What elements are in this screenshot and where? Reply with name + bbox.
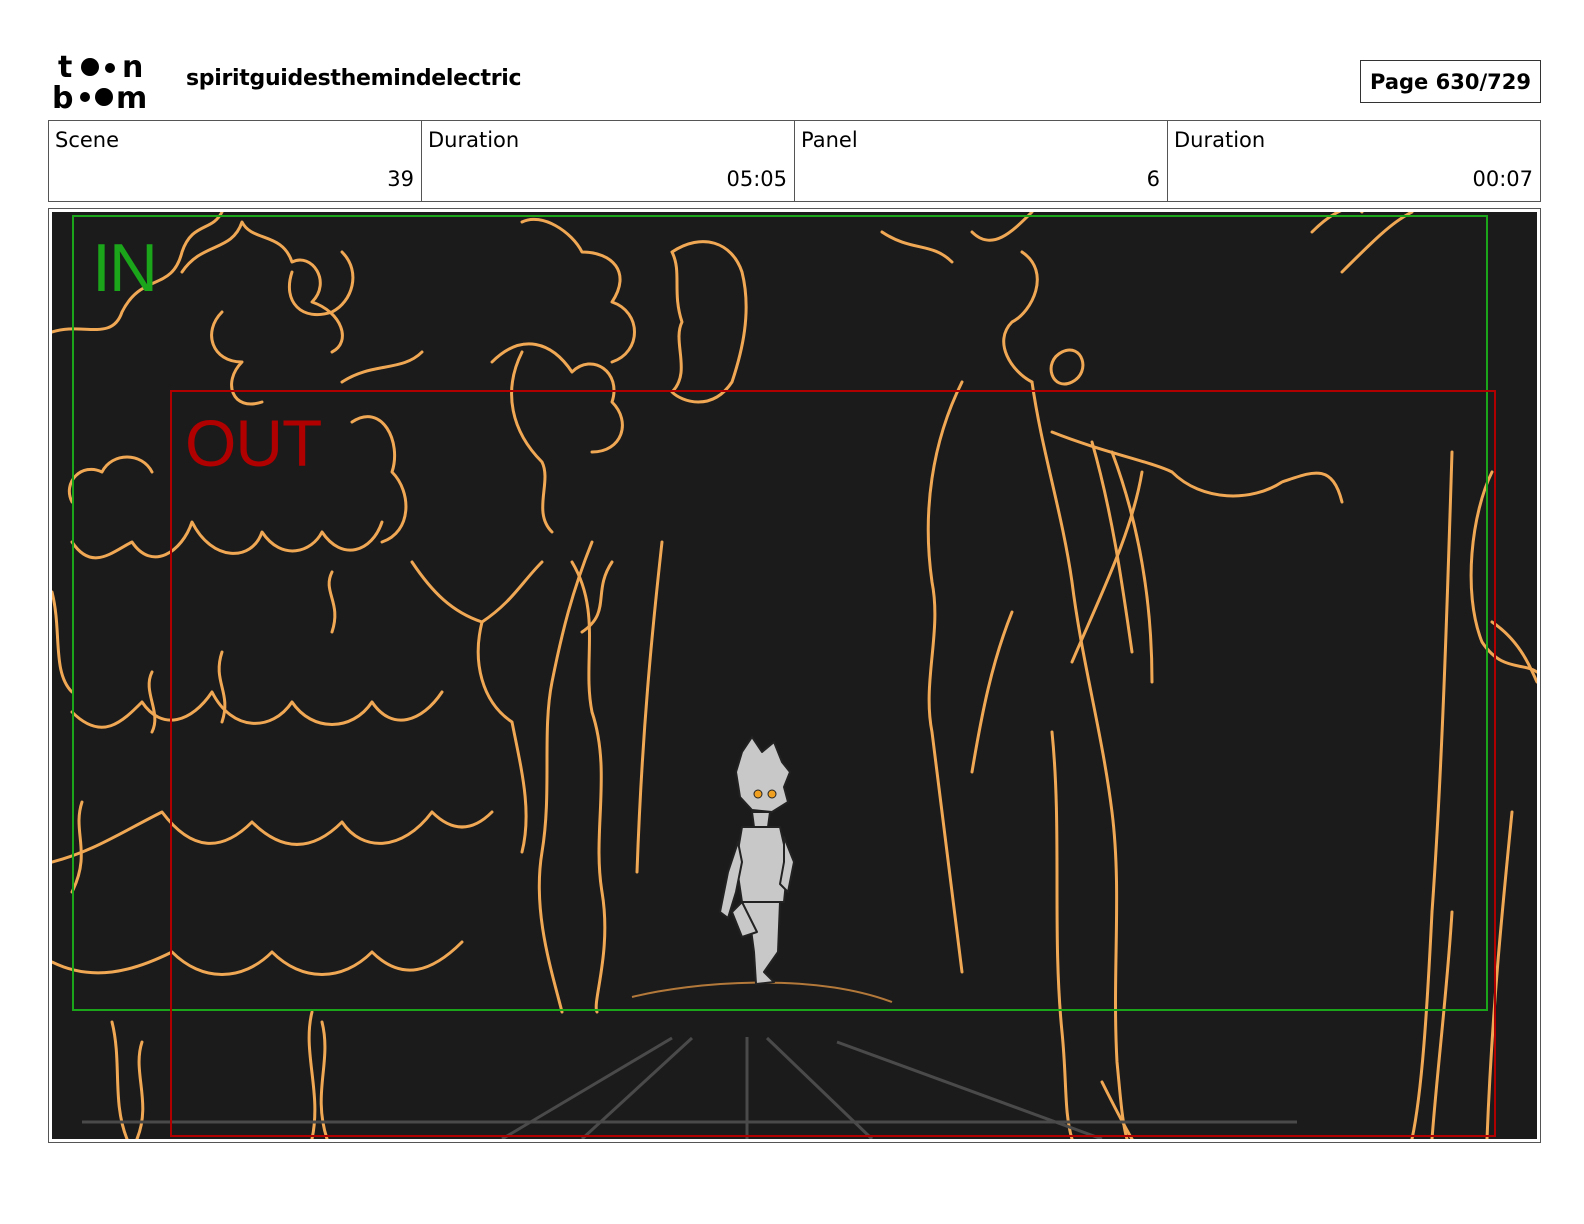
out-frame-label: OUT xyxy=(185,406,322,480)
toonboom-logo: t n b m xyxy=(52,50,164,112)
panel-duration-value: 00:07 xyxy=(1472,167,1533,191)
in-frame-label: IN xyxy=(92,230,158,306)
svg-text:n: n xyxy=(122,50,143,85)
ground-lines xyxy=(82,1036,1297,1139)
scene-value: 39 xyxy=(387,167,414,191)
svg-text:m: m xyxy=(116,81,147,112)
svg-text:b: b xyxy=(52,81,73,112)
panel-duration-label: Duration xyxy=(1174,128,1266,152)
scene-duration-cell: Duration 05:05 xyxy=(422,121,795,201)
panel-duration-cell: Duration 00:07 xyxy=(1168,121,1540,201)
sketch-linework xyxy=(52,212,1537,1139)
out-frame xyxy=(170,390,1496,1137)
scene-label: Scene xyxy=(55,128,120,152)
scene-duration-value: 05:05 xyxy=(726,167,787,191)
storyboard-panel: IN OUT xyxy=(48,208,1541,1143)
panel-label: Panel xyxy=(801,128,858,152)
scene-info-table: Scene 39 Duration 05:05 Panel 6 Duration… xyxy=(48,120,1541,202)
character-figure xyxy=(719,736,795,985)
panel-drawing: IN OUT xyxy=(52,212,1537,1139)
project-title: spiritguidesthemindelectric xyxy=(186,66,522,91)
rock-sketch xyxy=(631,981,893,1003)
scene-duration-label: Duration xyxy=(428,128,520,152)
panel-value: 6 xyxy=(1146,167,1160,191)
panel-cell: Panel 6 xyxy=(795,121,1168,201)
svg-text:t: t xyxy=(58,50,72,85)
page-counter: Page 630/729 xyxy=(1360,60,1541,103)
scene-cell: Scene 39 xyxy=(49,121,422,201)
